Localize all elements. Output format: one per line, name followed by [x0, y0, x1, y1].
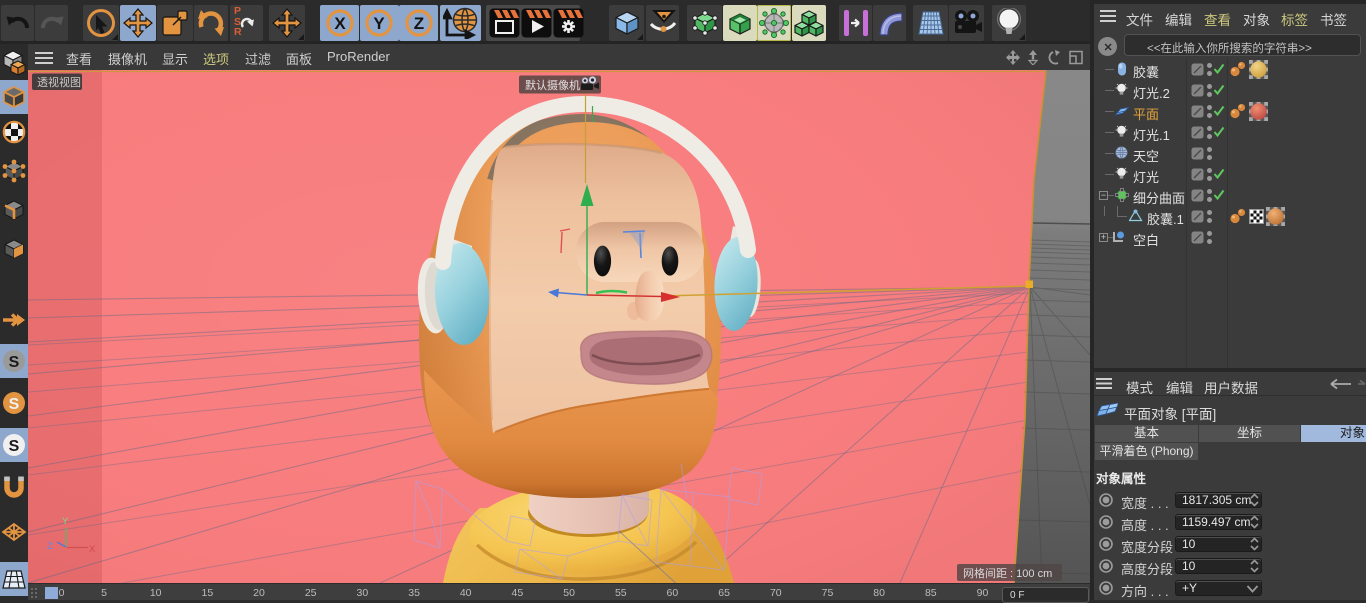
svg-text:Z: Z: [413, 14, 423, 33]
svg-text:Y: Y: [373, 14, 385, 33]
svg-text:默认摄像机: 默认摄像机: [525, 78, 580, 92]
svg-text:Y: Y: [62, 516, 69, 527]
svg-text:Z: Z: [47, 541, 53, 552]
svg-text:X: X: [89, 544, 96, 555]
svg-text:S: S: [9, 354, 20, 371]
svg-text:网格间距 : 100 cm: 网格间距 : 100 cm: [963, 566, 1052, 580]
svg-text:S: S: [9, 438, 20, 455]
svg-text:X: X: [334, 14, 346, 33]
svg-text:S: S: [9, 396, 20, 413]
svg-text:透视视图: 透视视图: [37, 75, 81, 89]
